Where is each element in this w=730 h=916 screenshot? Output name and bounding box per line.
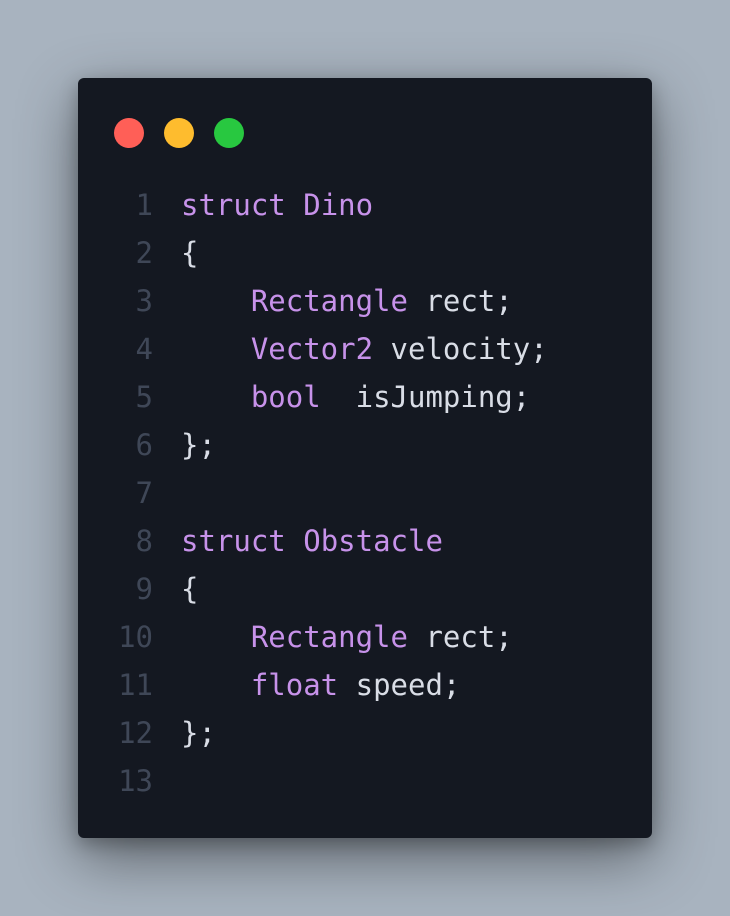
code-token-keyword: struct [181, 524, 286, 558]
code-token-punct: }; [181, 428, 216, 462]
line-content: Rectangle rect; [153, 613, 513, 661]
line-number: 9 [135, 572, 153, 606]
code-line: 9{ [78, 565, 652, 613]
code-token-ident: rect; [425, 620, 513, 654]
code-token-type: Dino [303, 188, 374, 222]
code-line: 10 Rectangle rect; [78, 613, 652, 661]
line-content: struct Obstacle [153, 517, 443, 565]
code-token-punct: { [181, 572, 199, 606]
line-content: }; [153, 709, 216, 757]
code-line: 7 [78, 469, 652, 517]
code-token-type: Obstacle [303, 524, 443, 558]
code-token-type: float [250, 668, 339, 702]
line-content: Vector2 velocity; [153, 325, 548, 373]
code-line: 12}; [78, 709, 652, 757]
line-number: 5 [135, 380, 153, 414]
code-line: 6}; [78, 421, 652, 469]
code-line: 2{ [78, 229, 652, 277]
line-number: 7 [135, 476, 153, 510]
window-controls [114, 118, 244, 148]
code-line: 13 [78, 757, 652, 805]
line-number: 13 [118, 764, 153, 798]
code-token-type: bool [250, 380, 321, 414]
line-content: Rectangle rect; [153, 277, 513, 325]
code-token-ident: speed; [355, 668, 461, 702]
line-number: 6 [135, 428, 153, 462]
line-number: 11 [118, 668, 153, 702]
code-line: 5 bool isJumping; [78, 373, 652, 421]
line-number: 4 [135, 332, 153, 366]
line-content: float speed; [153, 661, 461, 709]
line-content: }; [153, 421, 216, 469]
code-token-type: Rectangle [250, 620, 408, 654]
line-content: bool isJumping; [153, 373, 530, 421]
code-block: 1 struct Dino 2{3 Rectangle rect; 4 Vector2… [78, 181, 652, 805]
maximize-dot-icon[interactable] [214, 118, 244, 148]
line-number: 2 [135, 236, 153, 270]
code-token-ident: velocity; [390, 332, 548, 366]
line-content [153, 757, 181, 805]
code-token-type: Rectangle [250, 284, 408, 318]
code-line: 3 Rectangle rect; [78, 277, 652, 325]
code-line: 4 Vector2 velocity; [78, 325, 652, 373]
code-token-ident: rect; [425, 284, 513, 318]
line-number: 10 [118, 620, 153, 654]
line-content [153, 469, 181, 517]
close-dot-icon[interactable] [114, 118, 144, 148]
code-line: 1 struct Dino [78, 181, 652, 229]
code-token-ident: isJumping; [355, 380, 531, 414]
code-line: 11 float speed; [78, 661, 652, 709]
code-token-punct: { [181, 236, 199, 270]
line-content: { [153, 229, 198, 277]
code-token-keyword: struct [181, 188, 286, 222]
code-token-type: Vector2 [250, 332, 374, 366]
line-content: struct Dino [153, 181, 373, 229]
code-window: 1 struct Dino 2{3 Rectangle rect; 4 Vector2… [78, 78, 652, 838]
code-token-punct: }; [181, 716, 216, 750]
minimize-dot-icon[interactable] [164, 118, 194, 148]
line-number: 3 [135, 284, 153, 318]
code-line: 8 struct Obstacle [78, 517, 652, 565]
line-number: 12 [118, 716, 153, 750]
line-number: 1 [135, 188, 153, 222]
line-number: 8 [135, 524, 153, 558]
line-content: { [153, 565, 198, 613]
